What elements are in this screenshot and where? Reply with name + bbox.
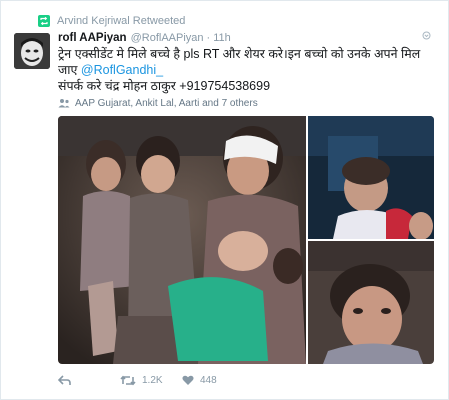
- photo-top-right[interactable]: [308, 116, 434, 239]
- like-button[interactable]: 448: [182, 375, 244, 386]
- photo-bottom-right[interactable]: [308, 241, 434, 364]
- retweet-icon: [38, 15, 50, 27]
- tagged-people[interactable]: AAP Gujarat, Ankit Lal, Aarti and 7 othe…: [58, 96, 258, 110]
- reply-icon: [58, 374, 71, 385]
- like-count: 448: [200, 374, 217, 386]
- retweet-count: 1.2K: [142, 374, 163, 386]
- retweet-button[interactable]: 1.2K: [120, 375, 182, 386]
- tweet-text-line-2: जाए @RoflGandhi_: [58, 62, 433, 78]
- tweet-text: ट्रेन एक्सीडेंट मे मिले बच्चे है pls RT …: [58, 46, 433, 94]
- media-grid: [58, 116, 434, 364]
- separator-dot: ·: [206, 32, 211, 44]
- person-tag-icon: [58, 99, 70, 108]
- tagged-people-text[interactable]: AAP Gujarat, Ankit Lal, Aarti and 7 othe…: [75, 98, 258, 109]
- tweet-header: rofl AAPiyan @RoflAAPiyan · 11h: [58, 30, 435, 46]
- tweet-text-line-3: संपर्क करे चंद्र मोहन ठाकुर +91975453869…: [58, 79, 271, 93]
- mention-link[interactable]: @RoflGandhi_: [81, 63, 163, 77]
- avatar[interactable]: [14, 33, 50, 69]
- retweet-context-text[interactable]: Arvind Kejriwal Retweeted: [57, 15, 185, 27]
- retweet-action-icon: [120, 375, 136, 385]
- photo-main[interactable]: [58, 116, 306, 364]
- tweet-actions: 1.2K 448: [58, 370, 298, 390]
- chevron-down-icon[interactable]: [422, 31, 431, 43]
- tweet-text-line-2-prefix: जाए: [58, 63, 81, 77]
- retweet-context: Arvind Kejriwal Retweeted: [38, 13, 185, 29]
- display-name[interactable]: rofl AAPiyan: [58, 32, 127, 44]
- user-handle[interactable]: @RoflAAPiyan: [131, 32, 204, 44]
- timestamp[interactable]: 11h: [213, 32, 231, 44]
- tweet-text-line-1: ट्रेन एक्सीडेंट मे मिले बच्चे है pls RT …: [58, 47, 421, 61]
- reply-button[interactable]: [58, 374, 120, 386]
- heart-icon: [182, 375, 194, 385]
